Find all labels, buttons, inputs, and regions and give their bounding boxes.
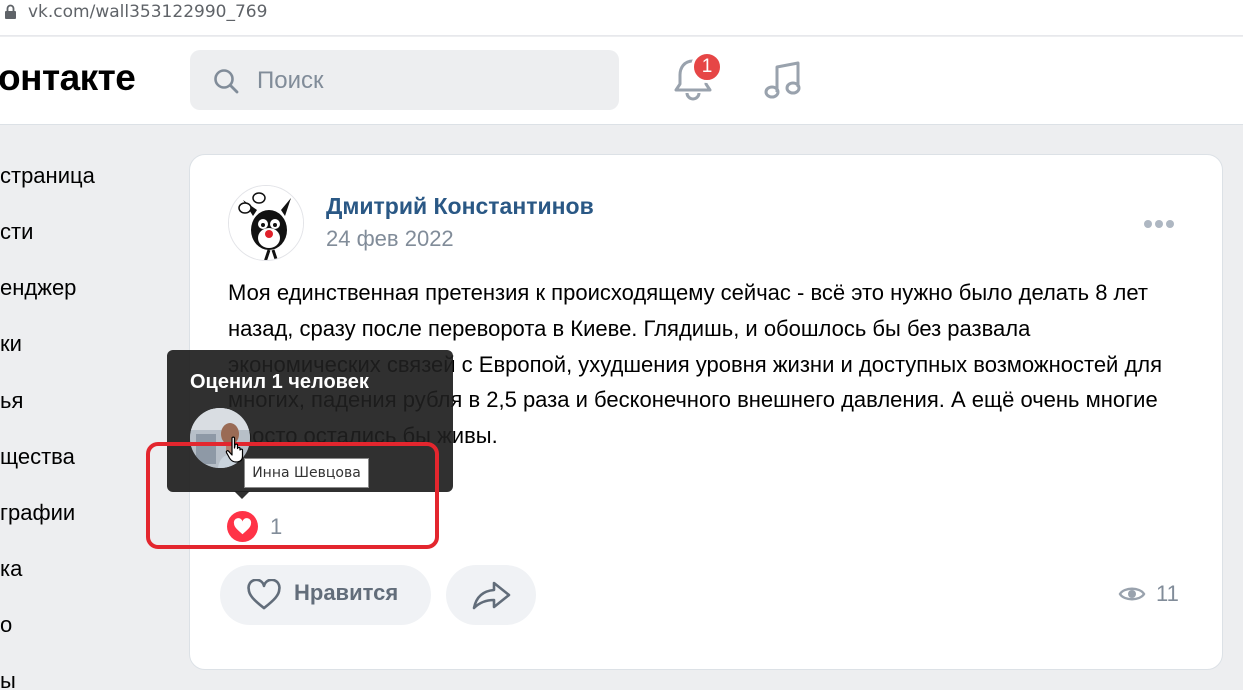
sidebar-item-video[interactable]: о [0,612,12,638]
more-options-icon[interactable] [1144,215,1180,228]
search-icon [214,69,239,94]
share-button[interactable] [446,565,536,625]
sidebar-item-photos[interactable]: графии [0,500,75,526]
sidebar-item-my-page[interactable]: страница [0,163,95,189]
search-input[interactable]: Поиск [190,50,619,110]
post-author-name[interactable]: Дмитрий Константинов [326,193,594,220]
hand-cursor-icon [225,436,244,463]
site-logo[interactable]: онтакте [0,57,136,99]
sidebar-item-friends[interactable]: ья [0,388,23,414]
search-placeholder: Поиск [257,67,324,94]
music-icon[interactable] [762,59,804,101]
sidebar-item-communities[interactable]: щества [0,444,75,470]
liker-name-tooltip: Инна Шевцова [244,458,369,488]
lock-icon [5,4,16,19]
sidebar-item-music[interactable]: ка [0,556,22,582]
browser-address-bar[interactable]: vk.com/wall353122990_769 [0,0,1243,36]
share-arrow-icon [472,581,511,610]
views-count: 11 [1156,581,1179,606]
url-text[interactable]: vk.com/wall353122990_769 [28,2,267,22]
author-avatar[interactable] [228,185,304,261]
sidebar-item-calls[interactable]: ки [0,331,22,357]
sidebar-item-games[interactable]: ы [0,668,16,690]
likes-popup-title[interactable]: Оценил 1 человек [190,371,369,394]
sidebar-item-messenger[interactable]: енджер [0,275,76,301]
sidebar-item-news[interactable]: сти [0,219,33,245]
like-button[interactable]: Нравится [220,565,431,625]
post-date[interactable]: 24 фев 2022 [326,226,454,252]
heart-outline-icon [247,579,281,610]
like-button-label: Нравится [294,580,399,605]
eye-icon [1118,587,1146,601]
site-header: онтакте Поиск 1 [0,37,1243,125]
notifications-badge: 1 [691,51,723,83]
cartoon-cat-avatar-image [229,186,303,260]
